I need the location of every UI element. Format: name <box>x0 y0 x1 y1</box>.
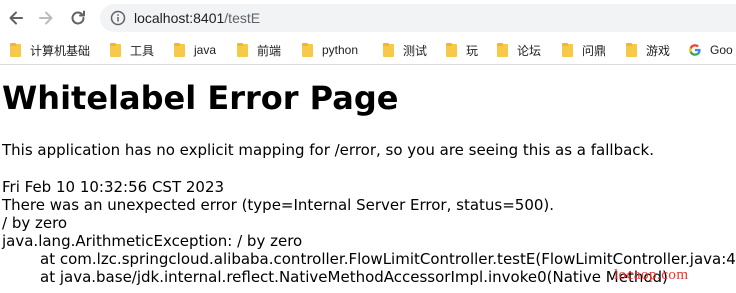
folder-icon <box>302 42 313 57</box>
bookmark-label: 游戏 <box>646 43 671 58</box>
bookmark-label: 问鼎 <box>582 43 607 58</box>
bookmark-folder[interactable]: 问鼎 <box>562 42 606 58</box>
forward-button[interactable] <box>34 6 58 30</box>
folder-icon <box>110 42 121 57</box>
bookmark-folder[interactable]: 前端 <box>237 42 281 58</box>
bookmark-folder[interactable]: python <box>302 42 358 58</box>
bookmark-folder[interactable]: 工具 <box>110 42 154 58</box>
bookmark-label: python <box>322 43 359 57</box>
folder-icon <box>562 42 573 57</box>
folder-icon <box>383 42 394 57</box>
url-host: localhost:8401 <box>134 10 225 26</box>
bookmark-label: java <box>194 43 217 57</box>
bookmark-folder[interactable]: 计算机基础 <box>10 42 90 58</box>
bookmark-label: 前端 <box>257 43 282 58</box>
bookmark-label: 论坛 <box>517 43 542 58</box>
bookmark-label: 计算机基础 <box>30 43 91 58</box>
url-text[interactable]: localhost:8401/testE <box>134 9 260 27</box>
bookmark-folder[interactable]: 论坛 <box>497 42 541 58</box>
folder-icon <box>10 42 21 57</box>
folder-icon <box>446 42 457 57</box>
browser-toolbar: localhost:8401/testE <box>0 0 736 36</box>
bookmark-folder[interactable]: 游戏 <box>626 42 670 58</box>
fallback-message: This application has no explicit mapping… <box>2 141 654 159</box>
stack-frame: at com.lzc.springcloud.alibaba.controlle… <box>40 250 736 268</box>
folder-icon <box>497 42 508 57</box>
back-arrow-icon <box>9 11 23 25</box>
error-timestamp: Fri Feb 10 10:32:56 CST 2023 <box>2 178 225 196</box>
back-button[interactable] <box>4 6 28 30</box>
bookmark-folder[interactable]: 测试 <box>383 42 427 58</box>
forward-arrow-icon <box>39 11 53 25</box>
google-icon <box>689 44 701 56</box>
bookmark-label: 工具 <box>130 43 155 58</box>
page-content: Whitelabel Error Page <box>2 78 736 118</box>
folder-icon <box>626 42 637 57</box>
folder-icon <box>174 42 185 57</box>
bookmarks-bar: 计算机基础 工具 java 前端 python 测试 玩 论坛 问鼎 游戏 Go… <box>0 36 736 65</box>
reload-button[interactable] <box>66 6 90 30</box>
info-icon[interactable] <box>110 10 126 26</box>
error-status: There was an unexpected error (type=Inte… <box>2 196 555 214</box>
bookmark-folder[interactable]: 玩 <box>446 42 478 58</box>
folder-icon <box>237 42 248 57</box>
url-path: /testE <box>224 10 261 26</box>
bookmark-label: 测试 <box>403 43 428 58</box>
bookmark-folder[interactable]: java <box>174 42 216 58</box>
bookmark-label: Goo <box>710 43 733 57</box>
watermark: locaop.com <box>614 267 689 283</box>
bookmark-google[interactable]: Goo <box>688 42 733 58</box>
page-title: Whitelabel Error Page <box>2 79 399 117</box>
reload-icon <box>71 10 85 25</box>
exception-line: java.lang.ArithmeticException: / by zero <box>2 232 303 250</box>
error-message: / by zero <box>2 214 68 232</box>
address-bar[interactable]: localhost:8401/testE <box>100 4 736 32</box>
bookmark-label: 玩 <box>466 43 479 58</box>
